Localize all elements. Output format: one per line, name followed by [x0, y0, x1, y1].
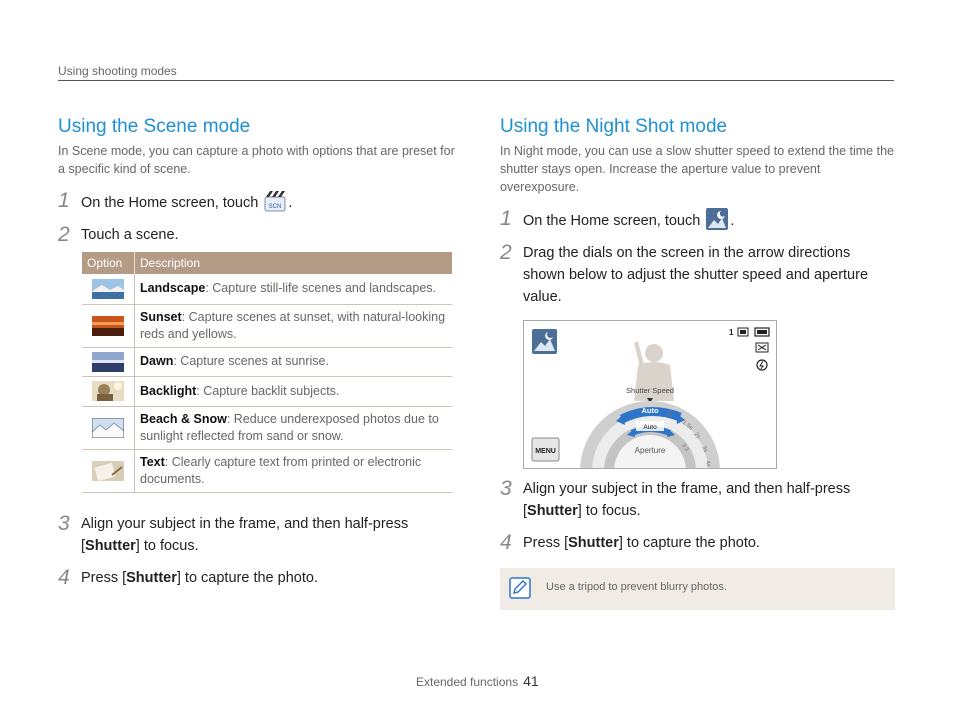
column-header-option: Option — [82, 252, 135, 274]
step-4: 4 Press [Shutter] to capture the photo. — [58, 565, 458, 589]
step-text: Drag the dials on the screen in the arro… — [523, 245, 869, 305]
step-number: 4 — [58, 565, 70, 589]
shutter-auto-value: Auto — [641, 406, 658, 415]
option-name: Dawn — [140, 354, 174, 368]
step-1: 1 On the Home screen, touch . — [500, 207, 896, 232]
column-header-description: Description — [134, 252, 452, 274]
section-intro: In Night mode, you can use a slow shutte… — [500, 144, 894, 194]
step-text-end: ] to capture the photo. — [176, 569, 318, 586]
page-number: 41 — [523, 673, 539, 689]
shutter-key: Shutter — [568, 535, 619, 551]
option-name: Landscape — [140, 281, 206, 296]
shutter-speed-label: Shutter Speed — [626, 386, 674, 395]
scene-mode-icon: SCN — [264, 191, 286, 212]
section-title: Using the Night Shot mode — [500, 116, 728, 137]
step-text: On the Home screen, touch — [523, 213, 701, 229]
step-number: 3 — [58, 511, 70, 535]
step-number: 1 — [500, 207, 512, 230]
option-name: Sunset — [140, 309, 182, 324]
dawn-thumb-icon — [92, 351, 124, 372]
section-label: Using shooting modes — [58, 64, 177, 78]
option-description: : Clearly capture text from printed or e… — [140, 454, 422, 486]
night-shot-screen: 1 Shutter Speed Auto 1s 1.5s 2s 3s 4s Au… — [531, 327, 770, 468]
option-description: : Capture backlit subjects. — [196, 383, 340, 398]
step-2: 2 Touch a scene. — [58, 223, 458, 246]
step-text-end: ] to focus. — [135, 537, 199, 554]
step-text-end: ] to capture the photo. — [618, 535, 760, 551]
night-mode-icon — [706, 208, 729, 230]
menu-button[interactable]: MENU — [531, 437, 560, 462]
step-text: On the Home screen, touch — [81, 195, 259, 211]
footer-section: Extended functions — [416, 675, 519, 689]
night-shot-steps-continued: 3 Align your subject in the frame, and t… — [500, 477, 896, 554]
option-description: : Capture scenes at sunset, with natural… — [140, 309, 446, 341]
memory-icon — [737, 327, 749, 337]
step-number: 3 — [500, 477, 512, 500]
note-text: Use a tripod to prevent blurry photos. — [546, 581, 727, 593]
step-tail: . — [288, 195, 293, 211]
step-3: 3 Align your subject in the frame, and t… — [58, 511, 458, 557]
step-number: 4 — [500, 531, 512, 554]
page-header: Using shooting modes — [58, 62, 894, 81]
table-row: Backlight: Capture backlit subjects. — [82, 376, 452, 407]
shutter-key: Shutter — [85, 537, 136, 554]
menu-button-label: MENU — [535, 448, 556, 455]
option-description: : Capture scenes at sunrise. — [173, 354, 329, 368]
scene-mode-section: Using the Scene mode In Scene mode, you … — [58, 115, 458, 589]
step-text: Press [ — [81, 569, 127, 586]
camera-screen-illustration: 1 Shutter Speed Auto 1s 1.5s 2s 3s 4s Au… — [523, 320, 777, 469]
aperture-auto-value: Auto — [643, 424, 657, 431]
table-row: Text: Clearly capture text from printed … — [82, 449, 452, 493]
beach-snow-thumb-icon — [92, 417, 124, 438]
flash-off-icon — [756, 359, 768, 371]
table-row: Landscape: Capture still-life scenes and… — [82, 274, 452, 305]
step-number: 2 — [58, 223, 70, 246]
option-description: : Capture still-life scenes and landscap… — [205, 281, 436, 296]
night-shot-section: Using the Night Shot mode In Night mode,… — [500, 115, 896, 308]
section-intro: In Scene mode, you can capture a photo w… — [58, 144, 455, 176]
aperture-label: Aperture — [635, 446, 666, 455]
step-4: 4 Press [Shutter] to capture the photo. — [500, 531, 896, 554]
shutter-key: Shutter — [126, 569, 177, 586]
step-text-end: ] to focus. — [577, 503, 641, 519]
step-tail: . — [730, 213, 735, 229]
step-text: Touch a scene. — [81, 227, 179, 243]
landscape-thumb-icon — [92, 278, 124, 299]
step-3: 3 Align your subject in the frame, and t… — [500, 477, 896, 522]
backlight-thumb-icon — [92, 381, 124, 401]
step-number: 1 — [58, 189, 70, 212]
table-row: Sunset: Capture scenes at sunset, with n… — [82, 304, 452, 348]
section-title: Using the Scene mode — [58, 116, 251, 137]
sunset-thumb-icon — [92, 315, 124, 336]
night-mode-icon — [532, 329, 557, 354]
page-footer: Extended functions 41 — [416, 673, 539, 689]
table-row: Dawn: Capture scenes at sunrise. — [82, 347, 452, 377]
scene-options-table: Option Description Landscape: Capture st… — [82, 252, 452, 493]
stabilization-icon — [755, 342, 769, 353]
step-2: 2 Drag the dials on the screen in the ar… — [500, 241, 896, 308]
battery-icon — [754, 327, 770, 337]
text-thumb-icon — [92, 460, 124, 481]
option-name: Beach & Snow — [140, 411, 227, 426]
table-row: Beach & Snow: Reduce underexposed photos… — [82, 406, 452, 450]
shutter-key: Shutter — [527, 503, 578, 519]
option-name: Text — [140, 454, 165, 469]
step-number: 2 — [500, 241, 512, 264]
shot-count: 1 — [729, 328, 734, 337]
step-text: Press [ — [523, 535, 569, 551]
option-name: Backlight — [140, 383, 197, 398]
tip-note: Use a tripod to prevent blurry photos. — [500, 568, 895, 610]
scn-icon-label: SCN — [269, 204, 282, 210]
note-pencil-icon — [509, 577, 531, 599]
step-1: 1 On the Home screen, touch SCN . — [58, 189, 458, 214]
